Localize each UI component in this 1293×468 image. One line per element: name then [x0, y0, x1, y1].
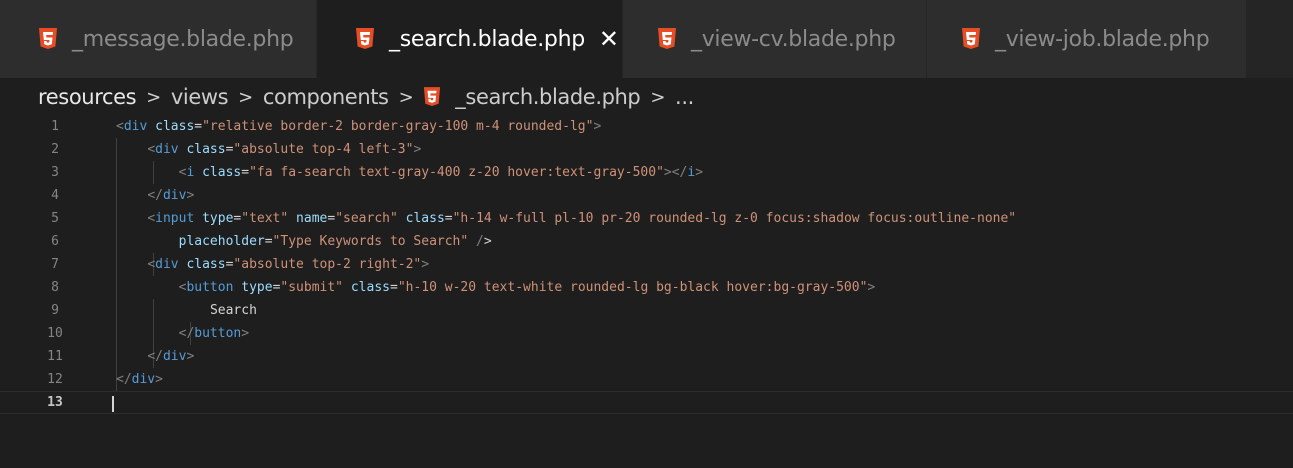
code-line[interactable]: 9 Search	[0, 299, 1293, 322]
tab-label: _view-cv.blade.php	[691, 26, 896, 52]
code-text: Search	[209, 303, 257, 318]
text-cursor	[112, 396, 114, 412]
tab-bar-empty-area	[1247, 0, 1293, 78]
breadcrumb-item-views[interactable]: views	[171, 85, 229, 109]
code-line[interactable]: 13	[0, 391, 1293, 414]
code-editor[interactable]: 1 <div class="relative border-2 border-gr…	[0, 115, 1293, 468]
code-text: <button type="submit" class="h-10 w-20 t…	[178, 280, 876, 295]
breadcrumb-item-file[interactable]: _search.blade.php	[455, 85, 640, 109]
code-line[interactable]: 12 </div>	[0, 368, 1293, 391]
tab-label: _search.blade.php	[389, 26, 585, 52]
html5-icon	[39, 28, 57, 49]
html5-icon	[356, 28, 374, 49]
breadcrumb-item-resources[interactable]: resources	[38, 85, 137, 109]
code-text: <div class="absolute top-2 right-2">	[147, 257, 430, 272]
code-text: </div>	[147, 349, 195, 364]
html5-icon	[658, 28, 676, 49]
code-text: <i class="fa fa-search text-gray-400 z-2…	[178, 165, 704, 180]
breadcrumb-item-components[interactable]: components	[263, 85, 389, 109]
line-number: 9	[51, 303, 59, 318]
code-text: placeholder="Type Keywords to Search" />	[178, 234, 492, 249]
line-number: 1	[51, 119, 59, 134]
close-icon[interactable]: ✕	[599, 25, 619, 53]
tab-bar: _message.blade.php _search.blade.php ✕ _…	[0, 0, 1293, 78]
breadcrumb-item-symbols[interactable]: ...	[675, 85, 694, 109]
breadcrumb-separator: >	[146, 86, 161, 108]
line-number: 10	[47, 326, 63, 341]
tab-view-cv-blade[interactable]: _view-cv.blade.php	[623, 0, 927, 78]
line-number: 12	[47, 372, 63, 387]
code-line[interactable]: 5 <input type="text" name="search" class…	[0, 207, 1293, 230]
line-number: 7	[51, 257, 59, 272]
code-line[interactable]: 8 <button type="submit" class="h-10 w-20…	[0, 276, 1293, 299]
code-line[interactable]: 2 <div class="absolute top-4 left-3">	[0, 138, 1293, 161]
code-text: <input type="text" name="search" class="…	[147, 211, 1017, 226]
code-line[interactable]: 6 placeholder="Type Keywords to Search" …	[0, 230, 1293, 253]
code-text: </div>	[147, 188, 195, 203]
code-line[interactable]: 3 <i class="fa fa-search text-gray-400 z…	[0, 161, 1293, 184]
code-line[interactable]: 11 </div>	[0, 345, 1293, 368]
code-text: </div>	[116, 372, 163, 387]
line-number: 4	[51, 188, 59, 203]
breadcrumb-separator: >	[650, 86, 666, 108]
tab-label: _message.blade.php	[72, 26, 294, 52]
tab-message-blade[interactable]: _message.blade.php	[0, 0, 317, 78]
line-number: 13	[47, 395, 63, 410]
breadcrumb-separator: >	[238, 86, 253, 108]
line-number: 8	[51, 280, 59, 295]
line-number: 11	[47, 349, 63, 364]
code-line[interactable]: 1 <div class="relative border-2 border-gr…	[0, 115, 1293, 138]
code-line[interactable]: 7 <div class="absolute top-2 right-2">	[0, 253, 1293, 276]
line-number: 5	[51, 211, 59, 226]
tab-view-job-blade[interactable]: _view-job.blade.php	[927, 0, 1247, 78]
code-text: <div class="relative border-2 border-gra…	[116, 119, 602, 134]
breadcrumb-separator: >	[398, 86, 414, 108]
html5-icon	[962, 28, 980, 49]
line-number: 3	[51, 165, 59, 180]
html5-icon	[424, 87, 441, 106]
line-number: 2	[51, 142, 59, 157]
breadcrumb: resources > views > components > _search…	[38, 80, 694, 114]
tab-search-blade[interactable]: _search.blade.php ✕	[317, 0, 623, 78]
code-text: </button>	[178, 326, 250, 341]
code-line[interactable]: 10 </button>	[0, 322, 1293, 345]
line-number: 6	[51, 234, 59, 249]
code-text: <div class="absolute top-4 left-3">	[147, 142, 422, 157]
tab-label: _view-job.blade.php	[995, 26, 1210, 52]
code-line[interactable]: 4 </div>	[0, 184, 1293, 207]
